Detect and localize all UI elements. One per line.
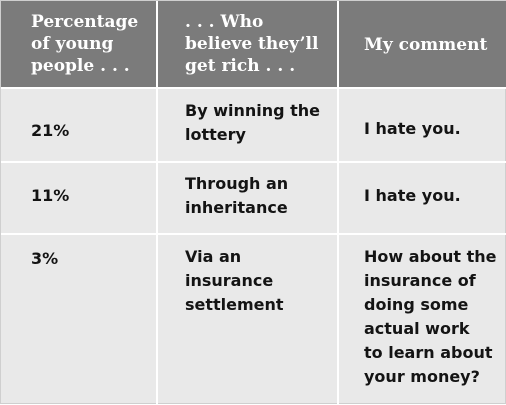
comment-text: How about the insurance of doing some ac… <box>364 247 497 386</box>
header-belief-text: . . . Who believe they’ll get rich . . . <box>185 12 319 76</box>
comment-text: I hate you. <box>364 119 461 138</box>
percentage-value: 11% <box>31 186 70 205</box>
header-comment-text: My comment <box>364 35 488 55</box>
header-cell-percentage: Percentage of young people . . . <box>1 1 156 87</box>
header-cell-comment: My comment <box>337 1 506 87</box>
method-text: Via an insurance settlement <box>185 247 284 314</box>
header-percentage-text: Percentage of young people . . . <box>31 12 139 76</box>
method-text: Through an inheritance <box>185 174 289 217</box>
percentage-cell: 3% <box>1 235 156 405</box>
table-row: 11% Through an inheritance I hate you. <box>1 161 506 233</box>
percentage-cell: 21% <box>1 89 156 161</box>
percentage-value: 21% <box>31 121 70 140</box>
method-cell: Via an insurance settlement <box>156 235 337 405</box>
survey-table: Percentage of young people . . . . . . W… <box>0 0 506 405</box>
percentage-value: 3% <box>31 249 59 268</box>
table-row: 3% Via an insurance settlement How about… <box>1 233 506 405</box>
method-cell: By winning the lottery <box>156 89 337 161</box>
comment-text: I hate you. <box>364 186 461 205</box>
percentage-cell: 11% <box>1 163 156 233</box>
header-cell-belief: . . . Who believe they’ll get rich . . . <box>156 1 337 87</box>
table-header-row: Percentage of young people . . . . . . W… <box>1 1 506 87</box>
table-row: 21% By winning the lottery I hate you. <box>1 87 506 161</box>
comment-cell: I hate you. <box>337 163 506 233</box>
method-cell: Through an inheritance <box>156 163 337 233</box>
comment-cell: I hate you. <box>337 89 506 161</box>
comment-cell: How about the insurance of doing some ac… <box>337 235 506 405</box>
method-text: By winning the lottery <box>185 101 321 144</box>
